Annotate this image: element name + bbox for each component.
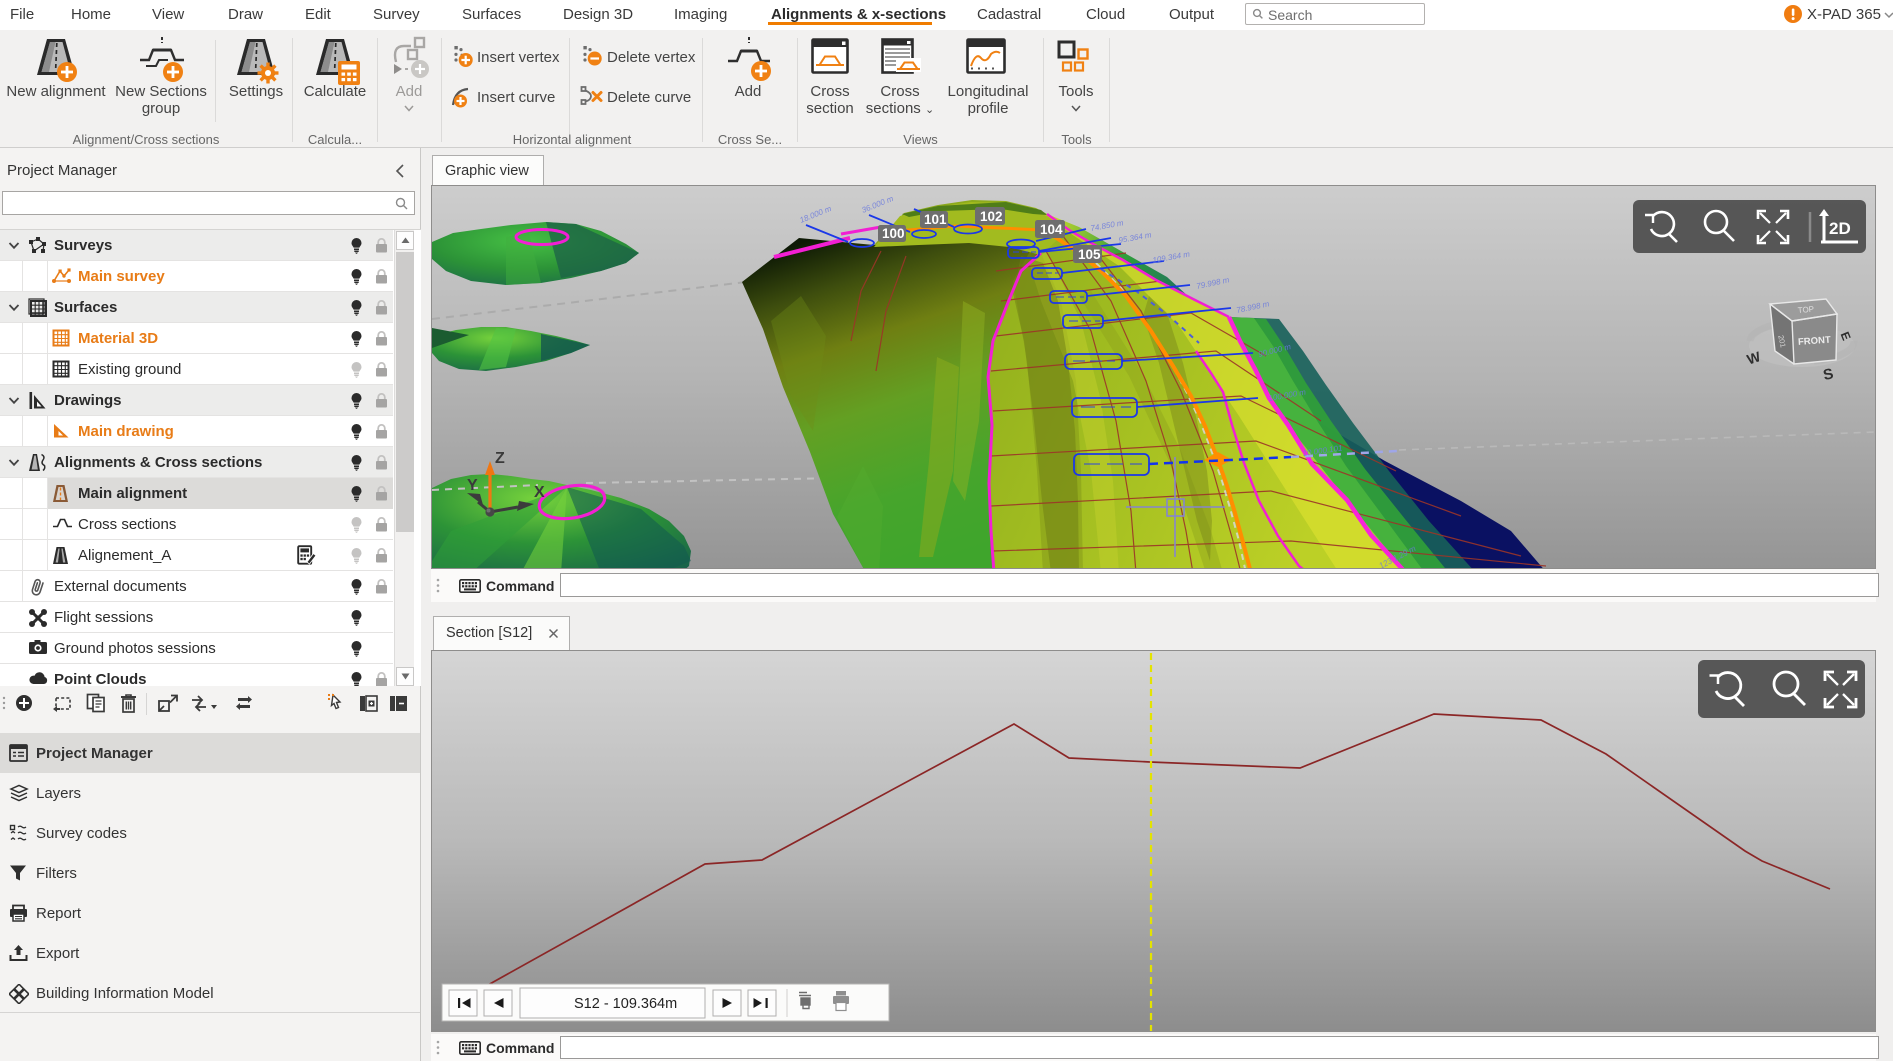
svg-text:X: X <box>534 484 545 501</box>
svg-text:2D: 2D <box>1829 219 1851 238</box>
svg-text:Z: Z <box>495 450 505 467</box>
svg-text:104: 104 <box>1040 222 1063 237</box>
svg-text:FRONT: FRONT <box>1798 335 1832 348</box>
svg-text:105: 105 <box>1078 247 1101 262</box>
svg-text:TOP: TOP <box>1797 305 1814 315</box>
svg-text:102: 102 <box>980 209 1003 224</box>
svg-text:S12 - 109.364m: S12 - 109.364m <box>574 996 677 1012</box>
svg-text:100: 100 <box>882 226 905 241</box>
svg-text:Y: Y <box>467 477 478 494</box>
svg-text:101: 101 <box>924 212 947 227</box>
